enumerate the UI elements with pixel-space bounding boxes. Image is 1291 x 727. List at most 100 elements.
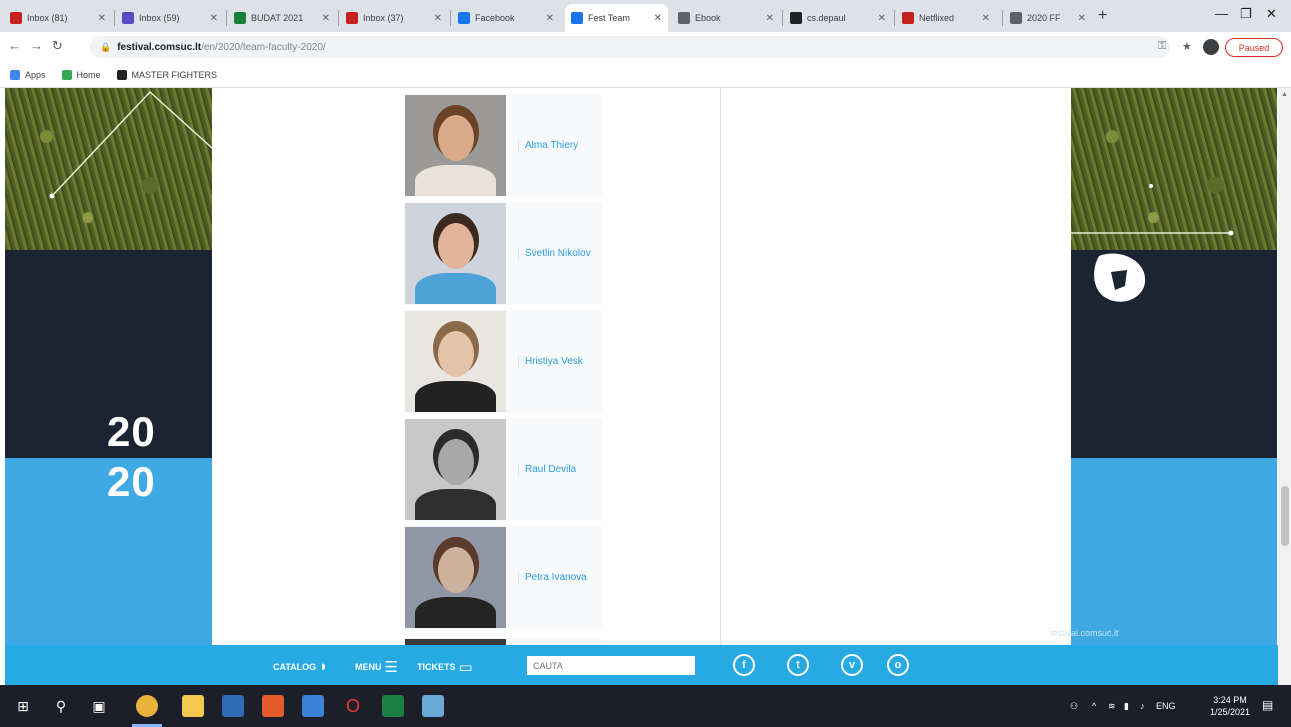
member-name[interactable]: Hristiya Vesk xyxy=(518,355,592,368)
scroll-thumb[interactable] xyxy=(1281,486,1289,546)
tray-chevron-icon[interactable]: ^ xyxy=(1092,701,1096,711)
bookmark-item[interactable]: MASTER FIGHTERS xyxy=(116,69,217,80)
chrome-icon[interactable] xyxy=(136,695,158,717)
file-explorer-icon[interactable] xyxy=(182,695,204,717)
photos-icon[interactable] xyxy=(422,695,444,717)
grass-image xyxy=(5,88,212,250)
tab-title: Ebook xyxy=(695,13,721,23)
minimize-button[interactable]: — xyxy=(1215,6,1228,21)
paused-sync-button[interactable]: Paused xyxy=(1225,38,1283,57)
address-bar[interactable]: 🔒 festival.comsuc.lt /en/2020/team-facul… xyxy=(90,36,1170,58)
browser-tab[interactable]: Facebook ✕ xyxy=(452,4,560,32)
blue-block xyxy=(1071,458,1277,645)
photo-face xyxy=(438,223,474,269)
team-member-card[interactable]: Petra Ivanova xyxy=(404,526,602,629)
member-name[interactable]: Alma Thiery xyxy=(518,139,592,152)
vimeo-icon[interactable]: v xyxy=(841,654,863,676)
browser-tab[interactable]: Netflixed ✕ xyxy=(896,4,996,32)
key-icon[interactable]: ⚿ xyxy=(1158,40,1166,53)
close-tab-icon[interactable]: ✕ xyxy=(1078,13,1086,24)
tickets-link[interactable]: TICKETS ▭ xyxy=(417,658,473,676)
close-tab-icon[interactable]: ✕ xyxy=(766,13,774,24)
twitter-icon[interactable]: t xyxy=(787,654,809,676)
main-content: Alma Thiery Svetlin Nikolov Hristiya Vesk R… xyxy=(212,88,1071,645)
page-watermark: festival.comsuc.lt xyxy=(1050,628,1119,638)
tab-title: Inbox (37) xyxy=(363,13,404,23)
member-name[interactable]: Petra Ivanova xyxy=(518,571,592,584)
task-view-icon[interactable]: ▣ xyxy=(88,695,110,717)
browser-tab[interactable]: Fest Team ✕ xyxy=(565,4,668,32)
browser-tab[interactable]: Inbox (81) ✕ xyxy=(4,4,112,32)
windows-start-icon[interactable]: ⊞ xyxy=(12,695,34,717)
bookmark-item[interactable]: Apps xyxy=(10,69,46,80)
team-member-card[interactable]: Raul Devila xyxy=(404,418,602,521)
close-tab-icon[interactable]: ✕ xyxy=(878,13,886,24)
language-indicator[interactable]: ENG xyxy=(1156,701,1176,711)
right-decorative-panel xyxy=(1071,88,1277,645)
tab-separator xyxy=(114,10,115,26)
search-icon[interactable]: ⚲ xyxy=(50,695,72,717)
tab-title: BUDAT 2021 xyxy=(251,13,304,23)
member-photo[interactable] xyxy=(405,95,506,196)
year-top: 20 xyxy=(107,408,156,455)
team-member-card[interactable]: Hristiya Vesk xyxy=(404,310,602,413)
scroll-up-icon[interactable]: ▲ xyxy=(1281,91,1288,98)
close-tab-icon[interactable]: ✕ xyxy=(210,13,218,24)
tickets-label: TICKETS xyxy=(417,662,456,672)
close-tab-icon[interactable]: ✕ xyxy=(982,13,990,24)
member-name[interactable]: Raul Devila xyxy=(518,463,592,476)
back-icon[interactable]: ← xyxy=(8,38,21,53)
mail-icon[interactable] xyxy=(302,695,324,717)
close-tab-icon[interactable]: ✕ xyxy=(98,13,106,24)
member-photo[interactable] xyxy=(405,527,506,628)
opera-icon[interactable]: O xyxy=(342,695,364,717)
member-photo[interactable] xyxy=(405,419,506,520)
browser-tab[interactable]: 2020 FF ✕ xyxy=(1004,4,1092,32)
notifications-icon[interactable]: ▤ xyxy=(1262,698,1273,712)
team-member-card[interactable]: Svetlin Nikolov xyxy=(404,202,602,305)
instagram-icon[interactable]: o xyxy=(887,654,909,676)
forward-icon[interactable]: → xyxy=(30,38,43,53)
reload-icon[interactable]: ↻ xyxy=(52,38,63,54)
close-window-button[interactable]: ✕ xyxy=(1266,6,1277,22)
menu-link[interactable]: MENU ☰ xyxy=(355,658,398,676)
site-search-input[interactable] xyxy=(527,656,695,675)
gmail-icon xyxy=(10,12,22,24)
team-member-card[interactable]: Alma Thiery xyxy=(404,94,602,197)
member-photo[interactable] xyxy=(405,311,506,412)
tab-separator xyxy=(226,10,227,26)
browser-tab[interactable]: Ebook ✕ xyxy=(672,4,780,32)
browser-tab[interactable]: Inbox (37) ✕ xyxy=(340,4,448,32)
new-tab-button[interactable]: + xyxy=(1098,7,1107,25)
facebook-icon[interactable]: f xyxy=(733,654,755,676)
member-name[interactable]: Svetlin Nikolov xyxy=(518,247,592,260)
battery-icon[interactable]: ▮ xyxy=(1124,701,1129,712)
line-art-icon xyxy=(49,90,212,199)
volume-icon[interactable]: ♪ xyxy=(1140,701,1145,711)
close-tab-icon[interactable]: ✕ xyxy=(434,13,442,24)
maximize-button[interactable]: ❐ xyxy=(1240,6,1252,22)
people-icon[interactable]: ⚇ xyxy=(1070,701,1078,712)
tab-separator xyxy=(450,10,451,26)
member-photo[interactable] xyxy=(405,203,506,304)
close-tab-icon[interactable]: ✕ xyxy=(654,13,662,24)
network-icon[interactable]: ≋ xyxy=(1108,701,1116,712)
browser-tab[interactable]: Inbox (59) ✕ xyxy=(116,4,224,32)
bookmark-item[interactable]: Home xyxy=(61,69,101,80)
excel-icon[interactable] xyxy=(382,695,404,717)
page-scrollbar[interactable]: ▲ xyxy=(1278,88,1291,685)
close-tab-icon[interactable]: ✕ xyxy=(322,13,330,24)
facebook-icon xyxy=(458,12,470,24)
browser-tab[interactable]: cs.depaul ✕ xyxy=(784,4,892,32)
photo-shoulders xyxy=(415,489,496,520)
photo-face xyxy=(438,115,474,161)
system-clock[interactable]: 3:24 PM 1/25/2021 xyxy=(1210,694,1250,718)
paint-icon[interactable] xyxy=(262,695,284,717)
catalog-link[interactable]: CATALOG ◗ xyxy=(273,658,328,675)
browser-tab[interactable]: BUDAT 2021 ✕ xyxy=(228,4,336,32)
bookmark-star-icon[interactable]: ★ xyxy=(1182,40,1192,53)
word-icon[interactable] xyxy=(222,695,244,717)
close-tab-icon[interactable]: ✕ xyxy=(546,13,554,24)
profile-avatar[interactable] xyxy=(1203,39,1219,55)
team-member-card-partial[interactable] xyxy=(404,638,602,645)
